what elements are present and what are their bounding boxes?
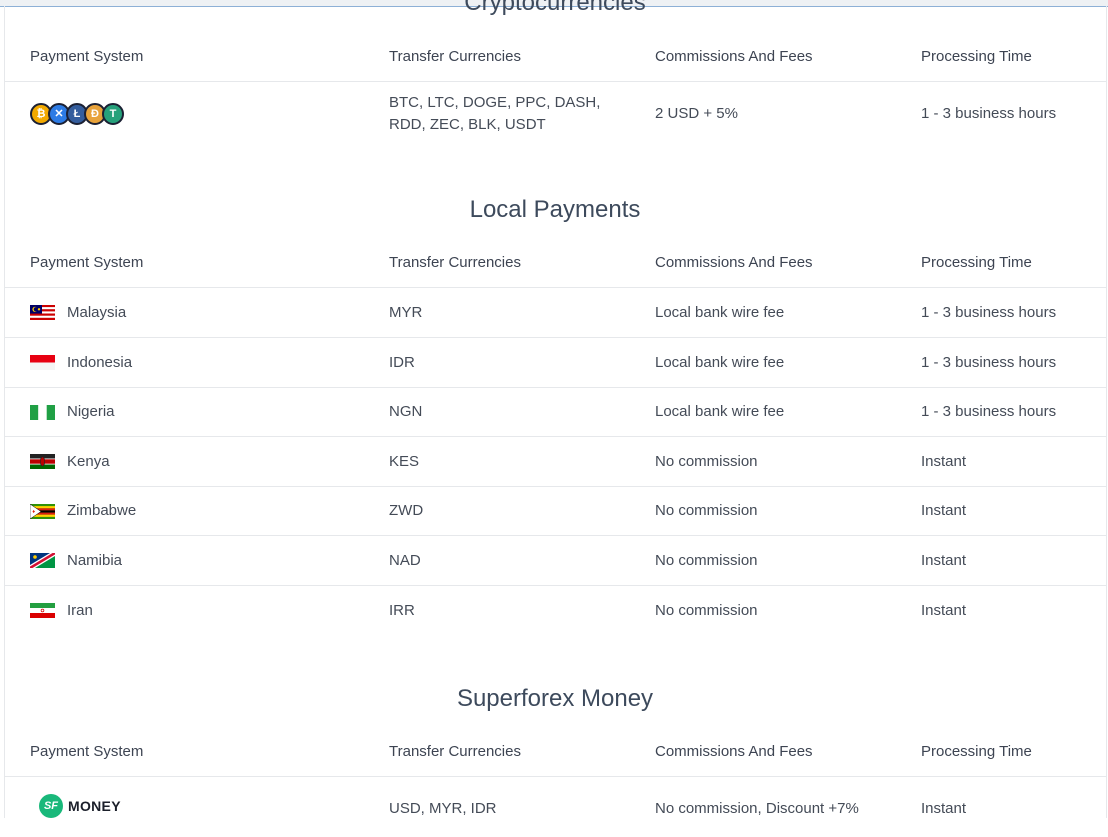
processing-time-cell: Instant: [921, 551, 967, 569]
commissions-cell: Local bank wire fee: [655, 353, 785, 371]
content-right-border: [1106, 6, 1107, 818]
currency-cell: IRR: [389, 601, 415, 619]
sf-money-logo: SF MONEY: [39, 794, 121, 818]
processing-time-cell: 1 - 3 business hours: [921, 303, 1057, 321]
column-header-commissions: Commissions And Fees: [655, 253, 813, 271]
column-header-processing-time: Processing Time: [921, 742, 1032, 760]
column-header-payment-system: Payment System: [30, 742, 144, 760]
section-title-cryptocurrencies: Cryptocurrencies: [464, 0, 646, 16]
nigeria-flag-icon: [30, 404, 55, 420]
commissions-cell: 2 USD + 5%: [655, 105, 738, 122]
commissions-cell: No commission: [655, 551, 758, 569]
country-name: Namibia: [67, 551, 123, 569]
table-row: Nigeria NGN Local bank wire fee 1 - 3 bu…: [5, 388, 1106, 437]
table-row: Namibia NAD No commission Instant: [5, 536, 1106, 586]
payment-system-cell: Zimbabwe: [30, 487, 360, 535]
payment-system-cell: Indonesia: [30, 338, 360, 387]
country-name: Iran: [67, 601, 93, 619]
column-header-transfer-currencies: Transfer Currencies: [389, 48, 521, 65]
table-row: Indonesia IDR Local bank wire fee 1 - 3 …: [5, 338, 1106, 388]
column-header-transfer-currencies: Transfer Currencies: [389, 742, 521, 760]
commissions-cell: No commission: [655, 502, 758, 519]
currency-cell: MYR: [389, 303, 423, 321]
table-row: Zimbabwe ZWD No commission Instant: [5, 487, 1106, 536]
column-header-commissions: Commissions And Fees: [655, 48, 813, 65]
processing-time-cell: Instant: [921, 601, 967, 619]
payment-system-cell: Iran: [30, 586, 360, 635]
payment-system-cell: SF MONEY: [39, 777, 369, 837]
namibia-flag-icon: [30, 553, 55, 568]
payment-system-cell: Nigeria: [30, 388, 360, 436]
transfer-currencies-cell: USD, MYR, IDR: [389, 800, 497, 817]
country-name: Indonesia: [67, 353, 133, 371]
commissions-cell: Local bank wire fee: [655, 303, 785, 321]
processing-time-cell: 1 - 3 business hours: [921, 105, 1057, 122]
sf-money-wordmark: MONEY: [68, 798, 121, 814]
payment-system-cell: Malaysia: [30, 288, 360, 337]
currency-cell: NGN: [389, 403, 423, 420]
column-header-payment-system: Payment System: [30, 253, 144, 271]
table-row: Iran IRR No commission Instant: [5, 586, 1106, 635]
table-header-row: Payment System Transfer Currencies Commi…: [5, 33, 1106, 82]
column-header-payment-system: Payment System: [30, 48, 144, 65]
commissions-cell: Local bank wire fee: [655, 403, 785, 420]
table-header-row: Payment System Transfer Currencies Commi…: [5, 727, 1106, 777]
table-row: SF MONEY USD, MYR, IDR No commission, Di…: [5, 777, 1106, 837]
country-name: Malaysia: [67, 303, 127, 321]
section-title-superforex-money: Superforex Money: [456, 685, 654, 712]
zimbabwe-flag-icon: [30, 503, 55, 519]
payment-system-cell: Namibia: [30, 536, 360, 585]
processing-time-cell: 1 - 3 business hours: [921, 353, 1057, 371]
commissions-cell: No commission, Discount +7%: [655, 800, 859, 817]
table-header-row: Payment System Transfer Currencies Commi…: [5, 238, 1106, 288]
payment-system-cell: Kenya: [30, 437, 360, 486]
column-header-transfer-currencies: Transfer Currencies: [389, 253, 521, 271]
column-header-processing-time: Processing Time: [921, 48, 1032, 65]
currency-cell: IDR: [389, 353, 415, 371]
processing-time-cell: Instant: [921, 502, 967, 519]
column-header-commissions: Commissions And Fees: [655, 742, 813, 760]
processing-time-cell: 1 - 3 business hours: [921, 403, 1057, 420]
table-row: Kenya KES No commission Instant: [5, 437, 1106, 487]
section-title-local-payments: Local Payments: [469, 196, 641, 223]
column-header-processing-time: Processing Time: [921, 253, 1032, 271]
tether-icon: T: [102, 103, 124, 125]
table-row: ₿ ✕ Ł Ð T BTC, LTC, DOGE, PPC, DASH, RDD…: [5, 82, 1106, 146]
currency-cell: NAD: [389, 551, 421, 569]
sf-badge-icon: SF: [39, 794, 63, 818]
iran-flag-icon: [30, 603, 55, 618]
country-name: Zimbabwe: [67, 502, 137, 519]
transfer-currencies-cell: BTC, LTC, DOGE, PPC, DASH, RDD, ZEC, BLK…: [389, 94, 601, 133]
country-name: Nigeria: [67, 403, 115, 420]
crypto-coins-logo: ₿ ✕ Ł Ð T: [30, 103, 124, 125]
commissions-cell: No commission: [655, 601, 758, 619]
malaysia-flag-icon: [30, 305, 55, 320]
commissions-cell: No commission: [655, 452, 758, 470]
processing-time-cell: Instant: [921, 800, 967, 817]
indonesia-flag-icon: [30, 355, 55, 370]
table-row: Malaysia MYR Local bank wire fee 1 - 3 b…: [5, 288, 1106, 338]
currency-cell: KES: [389, 452, 420, 470]
processing-time-cell: Instant: [921, 452, 967, 470]
currency-cell: ZWD: [389, 502, 424, 519]
payment-system-cell: ₿ ✕ Ł Ð T: [30, 82, 360, 146]
country-name: Kenya: [67, 452, 110, 470]
kenya-flag-icon: [30, 454, 55, 469]
